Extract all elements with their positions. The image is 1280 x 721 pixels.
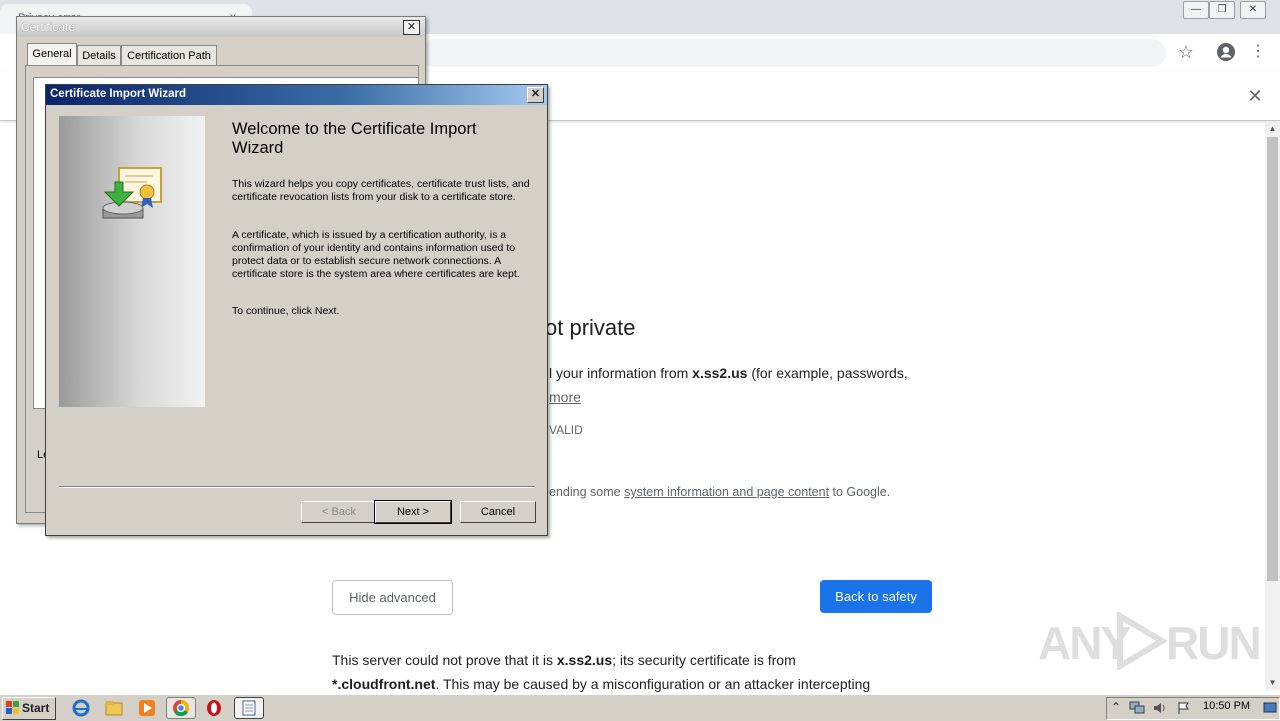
watermark-run: RUN — [1166, 617, 1262, 669]
warning-paragraph: l your information from x.ss2.us (for ex… — [549, 361, 908, 385]
ie-icon[interactable] — [72, 699, 90, 717]
extended-reporting-text: ending some system information and page … — [549, 485, 890, 499]
infobar-close-icon[interactable]: ✕ — [1246, 87, 1264, 105]
minimize-button[interactable]: — — [1183, 1, 1209, 19]
page-heading: ot private — [545, 315, 636, 340]
warning-domain: x.ss2.us — [692, 365, 748, 381]
learn-more-line: more — [549, 385, 581, 409]
notepad-icon[interactable] — [234, 697, 264, 719]
tab-general[interactable]: General — [27, 43, 77, 66]
wizard-title: Certificate Import Wizard — [50, 88, 187, 100]
opera-icon[interactable] — [205, 699, 223, 717]
certificate-close-icon[interactable]: ✕ — [403, 20, 420, 35]
hide-advanced-button[interactable]: Hide advanced — [332, 580, 453, 615]
certificate-import-wizard: Certificate Import Wizard ✕ Welcome to t… — [45, 84, 548, 536]
wizard-description-text: A certificate, which is issued by a cert… — [232, 229, 520, 280]
explorer-icon[interactable] — [105, 699, 123, 717]
issuer-domain: *.cloudfront.net — [332, 676, 436, 692]
wizard-heading: Welcome to the Certificate Import Wizard — [232, 120, 477, 157]
taskbar-clock: 10:50 PM — [1203, 700, 1251, 712]
extended-text-end: to Google. — [829, 485, 891, 499]
wizard-titlebar[interactable]: Certificate Import Wizard ✕ — [46, 85, 547, 105]
next-button[interactable]: Next > — [374, 500, 452, 524]
network-icon[interactable] — [1129, 701, 1145, 715]
wizard-continue-text: To continue, click Next. — [232, 305, 340, 317]
address-bar[interactable] — [420, 39, 1166, 67]
details-text: This server could not prove that it is — [332, 652, 557, 668]
media-player-icon[interactable] — [138, 699, 156, 717]
wizard-side-panel — [59, 116, 205, 407]
play-logo-icon — [1117, 612, 1168, 670]
windows-logo-icon — [6, 701, 19, 714]
wizard-close-icon[interactable]: ✕ — [527, 87, 544, 103]
certificate-import-icon — [102, 167, 162, 219]
tray-expand-icon[interactable]: ⌃ — [1111, 700, 1121, 714]
system-tray: ⌃ — [1106, 697, 1280, 720]
details-line-2: *.cloudfront.net. This may be caused by … — [332, 672, 870, 696]
tab-details[interactable]: Details — [77, 45, 121, 66]
anyrun-watermark: ANY RUN — [1038, 608, 1262, 672]
certificate-title: Certificate — [21, 20, 76, 34]
close-window-button[interactable]: ✕ — [1240, 1, 1266, 19]
start-button[interactable]: Start — [2, 697, 56, 720]
bookmark-star-icon[interactable]: ☆ — [1176, 42, 1196, 62]
certificate-titlebar[interactable]: Certificate ✕ — [17, 17, 425, 37]
show-desktop-icon[interactable] — [1263, 701, 1277, 715]
error-code: VALID — [549, 423, 583, 437]
back-button[interactable]: < Back — [301, 501, 377, 523]
profile-icon[interactable] — [1216, 42, 1236, 62]
details-domain: x.ss2.us — [556, 652, 613, 668]
scroll-down-arrow-icon[interactable]: ▼ — [1265, 676, 1280, 690]
extended-text: ending some — [549, 485, 625, 499]
chrome-icon[interactable] — [166, 697, 196, 719]
warning-text-end: (for example, passwords, — [747, 365, 908, 381]
system-info-link[interactable]: system information and page content — [624, 485, 829, 499]
scroll-thumb[interactable] — [1267, 137, 1278, 581]
details-line-1: This server could not prove that it is x… — [332, 648, 796, 672]
restore-button[interactable]: ❐ — [1209, 1, 1235, 19]
chrome-menu-icon[interactable]: ⋮ — [1250, 42, 1266, 62]
details-text-end: ; its security certificate is from — [612, 652, 796, 668]
scroll-up-arrow-icon[interactable]: ▲ — [1265, 122, 1280, 136]
volume-icon[interactable] — [1153, 701, 1167, 715]
taskbar: Start ⌃ — [0, 694, 1280, 721]
learn-more-link[interactable]: more — [549, 389, 581, 405]
warning-text: l your information from — [549, 365, 693, 381]
back-to-safety-button[interactable]: Back to safety — [820, 580, 932, 613]
tab-certification-path[interactable]: Certification Path — [121, 45, 217, 66]
details2-text: . This may be caused by a misconfigurati… — [435, 676, 871, 692]
start-label: Start — [22, 701, 50, 715]
action-center-flag-icon[interactable] — [1177, 701, 1191, 715]
wizard-separator — [59, 486, 535, 488]
cancel-button[interactable]: Cancel — [460, 501, 536, 523]
wizard-intro-text: This wizard helps you copy certificates,… — [232, 178, 530, 203]
